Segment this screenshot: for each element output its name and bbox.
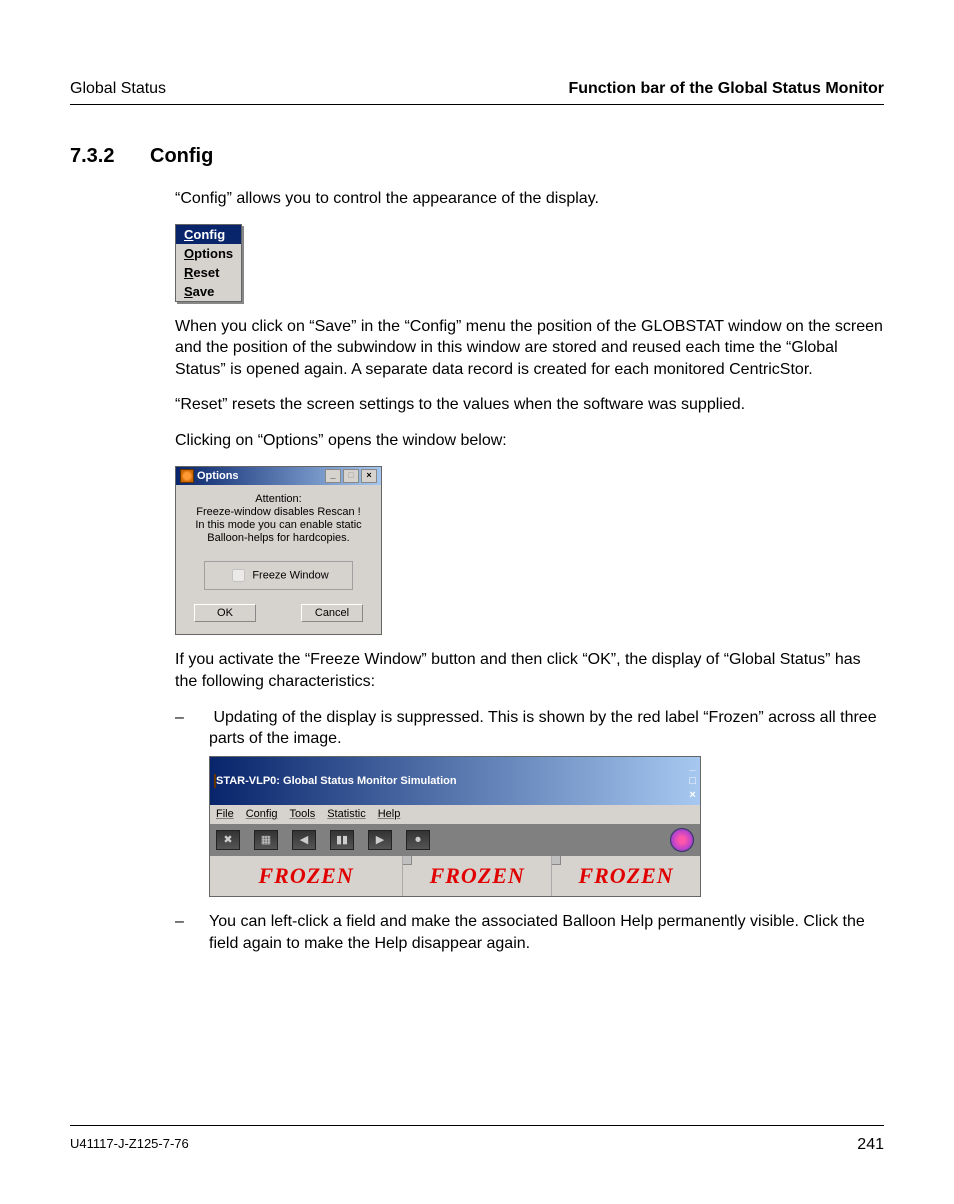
section-number: 7.3.2: [70, 145, 150, 168]
footer-page-number: 241: [857, 1136, 884, 1154]
menu-tools: Tools: [290, 807, 316, 822]
cancel-button: Cancel: [301, 604, 363, 622]
freeze-checkbox-input: [232, 569, 245, 582]
freeze-checkbox-label: Freeze Window: [252, 570, 328, 582]
menu-file: File: [216, 807, 234, 822]
options-intro-paragraph: Clicking on “Options” opens the window b…: [175, 430, 884, 452]
frozen-label-2: FROZEN: [430, 861, 525, 891]
config-menu-item-save: Save: [176, 282, 241, 301]
close-icon: ×: [361, 469, 377, 483]
config-menu-item-options: Options: [176, 244, 241, 263]
toolbar-forward-icon: ▶: [368, 830, 392, 850]
options-dialog-icon: [180, 469, 194, 483]
frozen-window-title: STAR-VLP0: Global Status Monitor Simulat…: [216, 775, 457, 787]
freeze-window-checkbox: Freeze Window: [204, 561, 353, 590]
toolbar-back-icon: ◀: [292, 830, 316, 850]
freeze-desc-paragraph: If you activate the “Freeze Window” butt…: [175, 649, 884, 692]
toolbar-grid-icon: ▦: [254, 830, 278, 850]
toolbar-pause-icon: ▮▮: [330, 830, 354, 850]
ok-button: OK: [194, 604, 256, 622]
options-dialog-title: Options: [197, 470, 239, 482]
fw-minimize-icon: _: [689, 759, 696, 774]
options-dialog-figure: Options _ □ × Attention: Freeze-window d…: [175, 466, 382, 636]
frozen-window-figure: STAR-VLP0: Global Status Monitor Simulat…: [209, 756, 701, 897]
frozen-pane-3: FROZEN: [552, 856, 700, 896]
header-left: Global Status: [70, 80, 166, 98]
frozen-label-3: FROZEN: [578, 861, 673, 891]
toolbar-record-icon: ⏺: [406, 830, 430, 850]
section-heading: 7.3.2 Config: [70, 145, 884, 168]
maximize-icon: □: [343, 469, 359, 483]
minimize-icon: _: [325, 469, 341, 483]
menu-help: Help: [378, 807, 401, 822]
frozen-menubar: File Config Tools Statistic Help: [210, 805, 700, 824]
fw-maximize-icon: □: [689, 774, 696, 789]
bullet-2: You can left-click a field and make the …: [175, 911, 884, 954]
intro-paragraph: “Config” allows you to control the appea…: [175, 188, 884, 210]
options-attention-text: Attention: Freeze-window disables Rescan…: [176, 485, 381, 552]
bullet-1: Updating of the display is suppressed. T…: [175, 707, 884, 898]
config-menu-title: Config: [176, 225, 241, 244]
menu-config: Config: [246, 807, 278, 822]
footer-doc-id: U41117-J-Z125-7-76: [70, 1136, 189, 1154]
frozen-pane-1: FROZEN: [210, 856, 403, 896]
header-right: Function bar of the Global Status Monito…: [568, 80, 884, 98]
options-titlebar: Options _ □ ×: [176, 467, 381, 485]
toolbar-close-icon: ✖: [216, 830, 240, 850]
frozen-label-1: FROZEN: [259, 861, 354, 891]
frozen-toolbar: ✖ ▦ ◀ ▮▮ ▶ ⏺: [210, 824, 700, 856]
save-paragraph: When you click on “Save” in the “Config”…: [175, 316, 884, 381]
fw-close-icon: ×: [689, 788, 696, 803]
config-menu-figure: Config Options Reset Save: [175, 224, 242, 302]
reset-paragraph: “Reset” resets the screen settings to th…: [175, 394, 884, 416]
section-title: Config: [150, 145, 213, 168]
config-menu-item-reset: Reset: [176, 263, 241, 282]
frozen-pane-2: FROZEN: [403, 856, 552, 896]
frozen-window-titlebar: STAR-VLP0: Global Status Monitor Simulat…: [210, 757, 700, 806]
toolbar-logo-icon: [670, 828, 694, 852]
menu-statistic: Statistic: [327, 807, 366, 822]
